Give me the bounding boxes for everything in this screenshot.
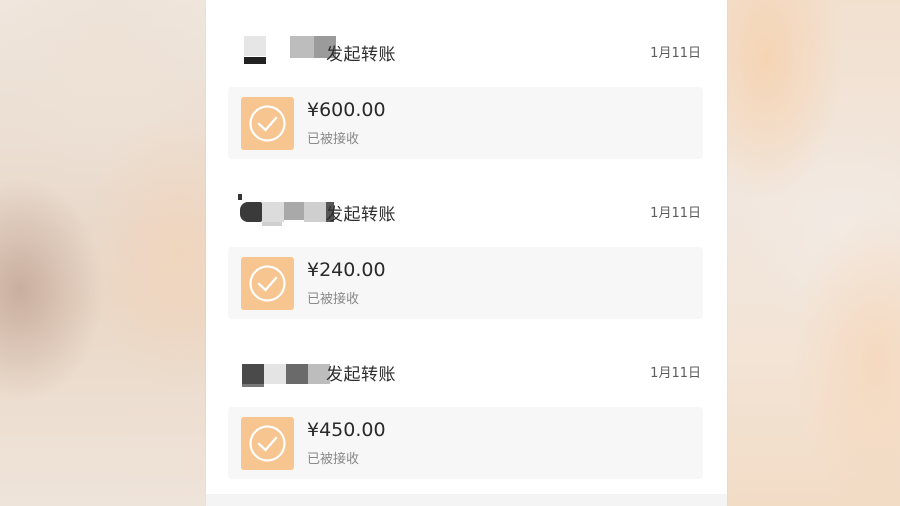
record-header: 发起转账 1月11日	[230, 36, 703, 65]
check-circle-icon	[241, 417, 294, 470]
redacted-sender-name	[238, 194, 338, 226]
transfer-date: 1月11日	[650, 46, 701, 61]
previous-record-edge	[206, 0, 727, 15]
transfer-record[interactable]: 发起转账 1月11日 ¥240.00 已被接收	[206, 174, 727, 334]
transfer-date: 1月11日	[650, 366, 701, 381]
transfer-action-label: 发起转账	[326, 205, 396, 225]
redacted-sender-name	[238, 362, 338, 387]
transfer-action-label: 发起转账	[326, 365, 396, 385]
transfer-card[interactable]: ¥240.00 已被接收	[228, 247, 703, 319]
transfer-status: 已被接收	[307, 452, 360, 467]
redacted-sender-name	[238, 36, 338, 64]
transfer-record[interactable]: 发起转账 1月11日 ¥450.00 已被接收	[206, 334, 727, 494]
transfer-card[interactable]: ¥450.00 已被接收	[228, 407, 703, 479]
transfer-card[interactable]: ¥600.00 已被接收	[228, 87, 703, 159]
record-header: 发起转账 1月11日	[230, 194, 703, 226]
check-circle-icon	[241, 257, 294, 310]
transfer-status: 已被接收	[307, 292, 360, 307]
transfer-record[interactable]: 发起转账 1月11日 ¥600.00 已被接收	[206, 14, 727, 174]
check-circle-icon	[241, 97, 294, 150]
transfer-status: 已被接收	[307, 132, 360, 147]
phone-screen: 发起转账 1月11日 ¥600.00 已被接收 发起转账 1月11日 ¥240.…	[206, 0, 727, 506]
transfer-action-label: 发起转账	[326, 45, 396, 65]
blurred-background-left	[0, 0, 206, 506]
transfer-amount: ¥450.00	[307, 419, 386, 441]
record-header: 发起转账 1月11日	[230, 358, 703, 387]
transfer-amount: ¥240.00	[307, 259, 386, 281]
video-frame: 发起转账 1月11日 ¥600.00 已被接收 发起转账 1月11日 ¥240.…	[0, 0, 900, 506]
blurred-background-right	[726, 0, 900, 506]
transfer-date: 1月11日	[650, 206, 701, 221]
transfer-amount: ¥600.00	[307, 99, 386, 121]
